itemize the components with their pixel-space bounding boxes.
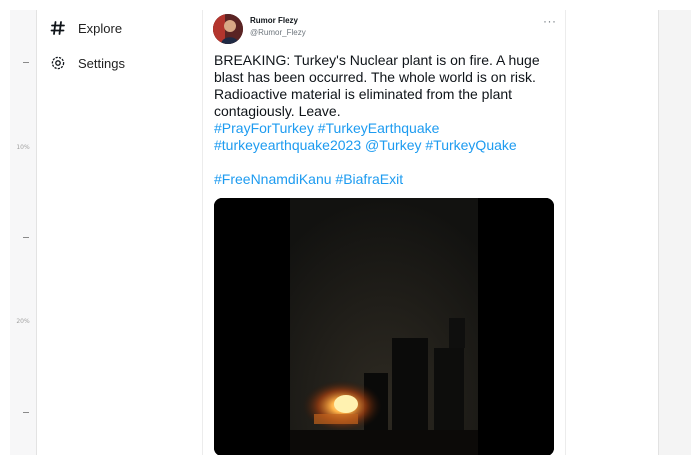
hashtag-link[interactable]: #FreeNnamdiKanu [214, 171, 332, 187]
nav-label-explore: Explore [78, 20, 123, 36]
tweet-text-line: contagiously. Leave. [214, 103, 341, 119]
nav-label-settings: Settings [78, 55, 125, 71]
page-ruler: 10% 20% [10, 10, 37, 455]
hash-icon [48, 18, 68, 38]
right-sidebar [658, 10, 691, 455]
tweet-text-line: BREAKING: Turkey's Nuclear plant is on f… [214, 52, 540, 68]
tweet-text-line: Radioactive material is eliminated from … [214, 86, 513, 102]
hashtag-link[interactable]: #PrayForTurkey [214, 120, 314, 136]
hashtag-link[interactable]: #turkeyearthquake2023 [214, 137, 361, 153]
ruler-tick [23, 237, 29, 238]
author-name[interactable]: Rumor Flezy [250, 16, 298, 25]
more-options-button[interactable]: ··· [543, 14, 557, 28]
hashtag-link[interactable]: #TurkeyQuake [425, 137, 516, 153]
hashtag-link[interactable]: #TurkeyEarthquake [318, 120, 440, 136]
ruler-label: 20% [16, 318, 30, 325]
mention-link[interactable]: @Turkey [365, 137, 421, 153]
video-thumbnail [214, 198, 554, 455]
video-player[interactable] [214, 198, 554, 455]
nav-item-explore[interactable]: Explore [48, 17, 122, 39]
nav-item-settings[interactable]: Settings [48, 52, 125, 74]
ruler-tick [23, 412, 29, 413]
ruler-label: 10% [16, 144, 30, 151]
author-handle[interactable]: @Rumor_Flezy [250, 28, 306, 37]
ruler-tick [23, 62, 29, 63]
gear-icon [48, 53, 68, 73]
tweet-text: BREAKING: Turkey's Nuclear plant is on f… [214, 52, 559, 188]
tweet-text-line: blast has been occurred. The whole world… [214, 69, 536, 85]
tweet-card[interactable]: Rumor Flezy @Rumor_Flezy ··· BREAKING: T… [202, 10, 566, 455]
hashtag-link[interactable]: #BiafraExit [335, 171, 403, 187]
avatar[interactable] [213, 14, 243, 44]
